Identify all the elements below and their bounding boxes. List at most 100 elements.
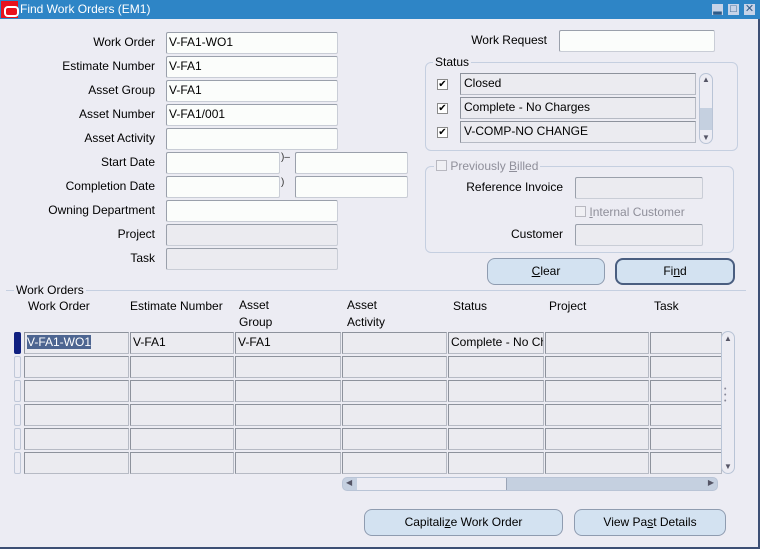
- cell-estimate-number[interactable]: [130, 356, 234, 378]
- cell-status[interactable]: [448, 380, 544, 402]
- asset-activity-field[interactable]: [166, 128, 338, 150]
- project-label: Project: [117, 227, 155, 241]
- cell-project[interactable]: [545, 404, 649, 426]
- close-icon[interactable]: ✕: [743, 3, 756, 16]
- cell-work-order[interactable]: [24, 356, 129, 378]
- owning-department-field[interactable]: [166, 200, 338, 222]
- task-field[interactable]: [166, 248, 338, 270]
- cell-asset-activity[interactable]: [342, 404, 447, 426]
- previously-billed-toggle[interactable]: Previously Billed: [434, 159, 541, 173]
- status-complete-no-charges-checkbox[interactable]: ✔: [437, 103, 448, 114]
- cell-project[interactable]: [545, 356, 649, 378]
- cell-work-order[interactable]: [24, 404, 129, 426]
- cell-estimate-number[interactable]: [130, 380, 234, 402]
- view-past-details-button[interactable]: View Past Details: [574, 509, 726, 536]
- internal-customer-toggle[interactable]: Internal Customer: [575, 205, 685, 219]
- cell-asset-group[interactable]: [235, 356, 341, 378]
- scrollbar-grip-icon[interactable]: • • •: [724, 386, 726, 405]
- cell-estimate-number[interactable]: [130, 452, 234, 474]
- table-horizontal-scrollbar[interactable]: ◀ ▶: [342, 477, 718, 491]
- cell-asset-group[interactable]: [235, 404, 341, 426]
- row-indicator[interactable]: [14, 428, 21, 450]
- cell-asset-group[interactable]: [235, 380, 341, 402]
- scrollbar-track[interactable]: [700, 108, 712, 130]
- internal-customer-checkbox[interactable]: [575, 206, 586, 217]
- cell-work-order[interactable]: [24, 452, 129, 474]
- start-date-from-field[interactable]: [166, 152, 280, 174]
- col-header-estimate-number: Estimate Number: [130, 299, 223, 313]
- scroll-up-arrow-icon[interactable]: ▲: [700, 75, 712, 84]
- capitalize-label-pre: Capitali: [404, 515, 445, 529]
- customer-field[interactable]: [575, 224, 703, 246]
- cell-project[interactable]: [545, 428, 649, 450]
- find-label-post: d: [680, 264, 687, 278]
- row-indicator[interactable]: [14, 332, 21, 354]
- scroll-left-arrow-icon[interactable]: ◀: [346, 478, 352, 487]
- status-complete-no-charges-field[interactable]: Complete - No Charges: [460, 97, 696, 119]
- maximize-icon[interactable]: □: [727, 3, 740, 16]
- cell-asset-group[interactable]: [235, 428, 341, 450]
- row-indicator[interactable]: [14, 356, 21, 378]
- work-order-field[interactable]: V-FA1-WO1: [166, 32, 338, 54]
- cell-status[interactable]: [448, 452, 544, 474]
- work-request-field[interactable]: [559, 30, 715, 52]
- status-v-comp-no-change-checkbox[interactable]: ✔: [437, 127, 448, 138]
- title-bar[interactable]: Find Work Orders (EM1) ▂ □ ✕: [0, 0, 760, 19]
- cell-asset-group[interactable]: V-FA1: [235, 332, 341, 354]
- cell-asset-activity[interactable]: [342, 452, 447, 474]
- cell-asset-group[interactable]: [235, 452, 341, 474]
- cell-project[interactable]: [545, 332, 649, 354]
- cell-project[interactable]: [545, 380, 649, 402]
- cell-work-order[interactable]: [24, 380, 129, 402]
- cell-work-order[interactable]: V-FA1-WO1: [24, 332, 129, 354]
- cell-task[interactable]: [650, 356, 722, 378]
- cell-work-order[interactable]: [24, 428, 129, 450]
- capitalize-work-order-button[interactable]: Capitalize Work Order: [364, 509, 563, 536]
- cell-task[interactable]: [650, 380, 722, 402]
- status-vertical-scrollbar[interactable]: ▲ ▼: [699, 73, 713, 144]
- completion-date-to-field[interactable]: [295, 176, 408, 198]
- horizontal-scroll-thumb[interactable]: [357, 478, 507, 490]
- start-date-to-field[interactable]: [295, 152, 408, 174]
- cell-estimate-number[interactable]: [130, 404, 234, 426]
- cell-asset-activity[interactable]: [342, 356, 447, 378]
- capitalize-label-post: e Work Order: [450, 515, 523, 529]
- cell-estimate-number[interactable]: V-FA1: [130, 332, 234, 354]
- previously-billed-checkbox[interactable]: [436, 160, 447, 171]
- project-field[interactable]: [166, 224, 338, 246]
- cell-estimate-number[interactable]: [130, 428, 234, 450]
- cell-status[interactable]: [448, 404, 544, 426]
- scroll-up-arrow-icon[interactable]: ▲: [722, 334, 734, 343]
- previously-billed-mnemonic: B: [509, 159, 518, 173]
- row-indicator[interactable]: [14, 380, 21, 402]
- cell-asset-activity[interactable]: [342, 380, 447, 402]
- reference-invoice-field[interactable]: [575, 177, 703, 199]
- row-indicator[interactable]: [14, 452, 21, 474]
- find-button[interactable]: Find: [615, 258, 735, 285]
- estimate-number-field[interactable]: V-FA1: [166, 56, 338, 78]
- clear-button[interactable]: Clear: [487, 258, 605, 285]
- scroll-right-arrow-icon[interactable]: ▶: [708, 478, 714, 487]
- table-vertical-scrollbar[interactable]: ▲ • • • ▼: [721, 331, 735, 474]
- cell-status[interactable]: Complete - No Charges: [448, 332, 544, 354]
- cell-task[interactable]: [650, 452, 722, 474]
- scroll-down-arrow-icon[interactable]: ▼: [722, 462, 734, 471]
- minimize-icon[interactable]: ▂: [711, 3, 724, 16]
- asset-group-field[interactable]: V-FA1: [166, 80, 338, 102]
- row-indicator[interactable]: [14, 404, 21, 426]
- cell-asset-activity[interactable]: [342, 332, 447, 354]
- status-closed-field[interactable]: Closed: [460, 73, 696, 95]
- completion-date-from-field[interactable]: [166, 176, 280, 198]
- col-header-work-order: Work Order: [28, 299, 90, 313]
- status-closed-checkbox[interactable]: ✔: [437, 79, 448, 90]
- cell-status[interactable]: [448, 428, 544, 450]
- cell-task[interactable]: [650, 332, 722, 354]
- cell-status[interactable]: [448, 356, 544, 378]
- status-v-comp-no-change-field[interactable]: V-COMP-NO CHANGE: [460, 121, 696, 143]
- cell-project[interactable]: [545, 452, 649, 474]
- cell-asset-activity[interactable]: [342, 428, 447, 450]
- asset-number-field[interactable]: V-FA1/001: [166, 104, 338, 126]
- cell-task[interactable]: [650, 404, 722, 426]
- scroll-down-arrow-icon[interactable]: ▼: [700, 133, 712, 142]
- cell-task[interactable]: [650, 428, 722, 450]
